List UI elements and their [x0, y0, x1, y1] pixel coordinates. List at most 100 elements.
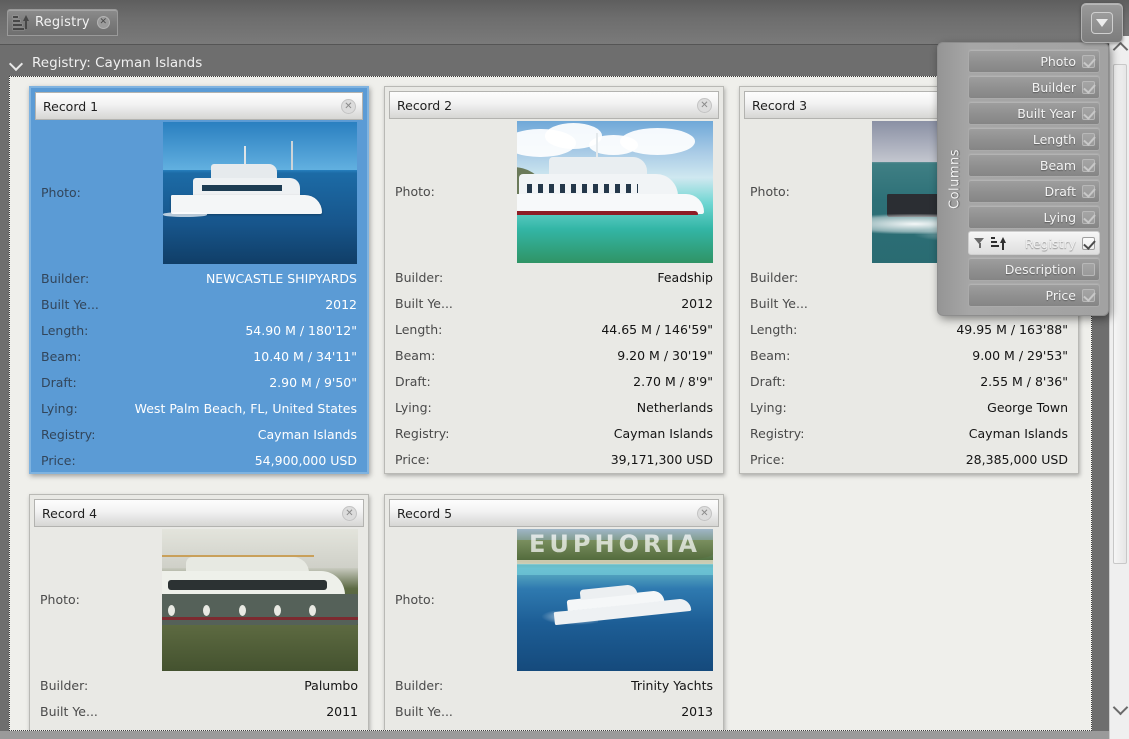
record-field-length: Length: 44.65 M / 146'59" — [395, 316, 713, 342]
field-label-beam: Beam: — [395, 347, 436, 363]
records-viewport: Record 1 ✕ Photo: Builder: NEWCASTLE SHIPYAR… — [9, 76, 1092, 731]
field-value-beam: 10.40 M / 34'11" — [253, 348, 357, 364]
chevron-down-icon[interactable] — [9, 55, 25, 71]
column-item-label: Photo — [1040, 53, 1076, 69]
record-card-header[interactable]: Record 1 ✕ — [35, 92, 363, 120]
field-label-registry: Registry: — [395, 425, 450, 441]
field-value-builder: NEWCASTLE SHIPYARDS — [205, 270, 357, 286]
dropdown-square-icon — [1091, 12, 1113, 34]
record-photo[interactable] — [517, 120, 713, 263]
record-card-body: Photo: Builder: Palumbo Built Ye... 2011 Leng… — [30, 527, 368, 730]
record-title: Record 3 — [752, 97, 808, 113]
record-title: Record 4 — [42, 505, 98, 521]
record-close-icon[interactable]: ✕ — [697, 97, 712, 113]
column-visibility-checkbox[interactable] — [1082, 158, 1095, 172]
column-item-photo[interactable]: Photo — [968, 49, 1100, 73]
record-photo[interactable] — [162, 528, 358, 671]
field-value-registry: Cayman Islands — [613, 425, 713, 441]
record-photo-row: Photo: — [395, 119, 713, 264]
field-value-built-year: 2012 — [681, 295, 713, 311]
field-label-photo: Photo: — [750, 184, 790, 199]
field-value-draft: 2.90 M / 9'50" — [269, 374, 357, 390]
record-card-header[interactable]: Record 4 ✕ — [34, 499, 364, 527]
record-field-lying: Lying: George Town — [750, 394, 1068, 420]
column-item-price[interactable]: Price — [968, 283, 1100, 307]
field-label-length: Length: — [750, 321, 798, 337]
column-item-builder[interactable]: Builder — [968, 75, 1100, 99]
sort-ascending-icon[interactable] — [991, 236, 1007, 250]
tab-label: Registry — [35, 15, 90, 30]
column-visibility-checkbox[interactable] — [1082, 288, 1095, 302]
column-visibility-checkbox[interactable] — [1082, 106, 1095, 120]
field-value-lying: West Palm Beach, FL, United States — [134, 400, 357, 416]
field-label-photo: Photo: — [395, 592, 435, 607]
record-field-beam: Beam: 10.40 M / 34'11" — [41, 343, 357, 369]
record-field-built-year: Built Ye... 2012 — [41, 291, 357, 317]
column-item-built-year[interactable]: Built Year — [968, 101, 1100, 125]
column-item-description[interactable]: Description — [968, 257, 1100, 281]
record-card[interactable]: Record 5 ✕ Photo: EUPHORIA Builder: Trinity Y… — [384, 494, 724, 730]
record-field-built-year: Built Ye... 2013 — [395, 698, 713, 724]
scroll-down-chevron-icon[interactable] — [1110, 698, 1129, 718]
field-label-builder: Builder: — [41, 270, 90, 286]
column-item-label: Draft — [1044, 183, 1076, 199]
record-field-builder: Builder: Palumbo — [40, 672, 358, 698]
record-card-header[interactable]: Record 2 ✕ — [389, 91, 719, 119]
column-visibility-checkbox[interactable] — [1082, 262, 1095, 276]
column-item-registry[interactable]: Registry — [968, 231, 1100, 255]
group-header: Registry: Cayman Islands — [0, 45, 1090, 80]
record-field-built-year: Built Ye... 2012 — [395, 290, 713, 316]
record-card-header[interactable]: Record 5 ✕ — [389, 499, 719, 527]
field-label-draft: Draft: — [395, 373, 431, 389]
record-field-length: Length: 49.95 M / 163'88" — [750, 316, 1068, 342]
column-visibility-checkbox[interactable] — [1082, 54, 1095, 68]
vertical-scrollbar[interactable] — [1109, 36, 1129, 739]
columns-dropdown-button[interactable] — [1081, 3, 1123, 43]
columns-dropdown-panel[interactable]: Columns Photo Builder Built Year Length Beam… — [937, 42, 1109, 316]
photo-watermark: EUPHORIA — [529, 529, 701, 558]
record-photo[interactable] — [163, 121, 357, 264]
record-close-icon[interactable]: ✕ — [697, 505, 712, 521]
record-field-lying: Lying: Netherlands — [395, 394, 713, 420]
field-value-registry: Cayman Islands — [968, 425, 1068, 441]
record-field-length: Length: 54.90 M / 180'12" — [41, 317, 357, 343]
record-card[interactable]: Record 1 ✕ Photo: Builder: NEWCASTLE SHIPYAR… — [29, 86, 369, 474]
record-field-draft: Draft: 2.70 M / 8'9" — [395, 368, 713, 394]
field-label-length: Length: — [41, 322, 89, 338]
field-value-lying: George Town — [987, 399, 1068, 415]
column-item-lying[interactable]: Lying — [968, 205, 1100, 229]
column-visibility-checkbox[interactable] — [1082, 184, 1095, 198]
record-close-icon[interactable]: ✕ — [341, 98, 356, 114]
record-field-beam: Beam: 9.20 M / 30'19" — [395, 342, 713, 368]
records-container: Record 1 ✕ Photo: Builder: NEWCASTLE SHIPYAR… — [10, 77, 1091, 730]
field-value-built-year: 2011 — [326, 703, 358, 719]
column-item-label: Length — [1032, 131, 1076, 147]
record-close-icon[interactable]: ✕ — [342, 505, 357, 521]
column-visibility-checkbox[interactable] — [1082, 132, 1095, 146]
group-title: Registry: Cayman Islands — [32, 54, 203, 71]
record-photo[interactable]: EUPHORIA — [517, 528, 713, 671]
record-card[interactable]: Record 4 ✕ Photo: Builder: Palumbo Built Ye..… — [29, 494, 369, 730]
field-label-price: Price: — [395, 451, 430, 467]
scrollbar-thumb[interactable] — [1113, 64, 1127, 564]
column-item-draft[interactable]: Draft — [968, 179, 1100, 203]
field-label-photo: Photo: — [395, 184, 435, 199]
filter-icon[interactable] — [974, 238, 985, 248]
column-item-length[interactable]: Length — [968, 127, 1100, 151]
field-value-price: 39,171,300 USD — [610, 451, 713, 467]
field-label-builder: Builder: — [395, 269, 444, 285]
field-value-price: 54,900,000 USD — [254, 452, 357, 468]
tab-close-icon[interactable]: ✕ — [96, 16, 110, 29]
record-field-beam: Beam: 9.00 M / 29'53" — [750, 342, 1068, 368]
column-visibility-checkbox[interactable] — [1082, 210, 1095, 224]
tab-registry[interactable]: Registry ✕ — [7, 9, 118, 36]
field-label-built-year: Built Ye... — [750, 295, 808, 311]
record-card[interactable]: Record 2 ✕ Photo: Builder: Feadship Built Ye.… — [384, 86, 724, 474]
column-item-beam[interactable]: Beam — [968, 153, 1100, 177]
field-label-price: Price: — [750, 451, 785, 467]
column-visibility-checkbox[interactable] — [1082, 236, 1095, 250]
tab-strip: Registry ✕ — [0, 0, 1129, 45]
record-photo-row: Photo: EUPHORIA — [395, 527, 713, 672]
field-value-price: 28,385,000 USD — [965, 451, 1068, 467]
column-visibility-checkbox[interactable] — [1082, 80, 1095, 94]
